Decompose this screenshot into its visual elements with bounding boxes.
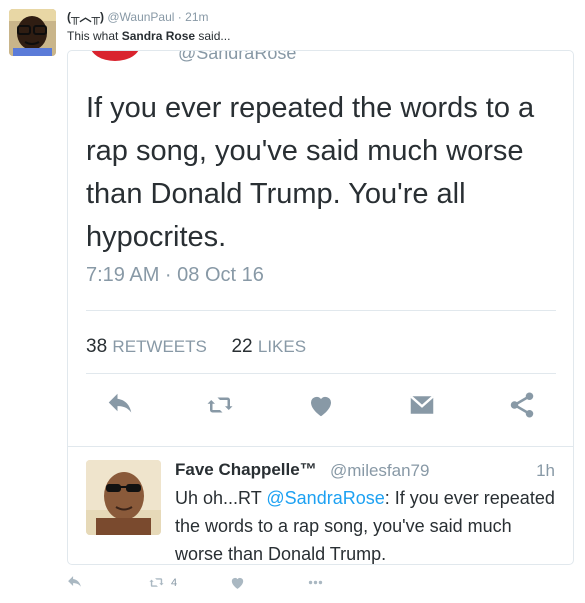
- author-handle[interactable]: @WaunPaul: [107, 10, 174, 24]
- tweet-comment: This what Sandra Rose said...: [67, 28, 230, 44]
- outer-more-button[interactable]: [307, 574, 324, 591]
- quoted-tweet-timestamp[interactable]: 7:19 AM · 08 Oct 16: [86, 264, 264, 287]
- retweet-button[interactable]: [202, 387, 238, 423]
- author-avatar[interactable]: [9, 9, 56, 56]
- tweet-time[interactable]: 21m: [185, 10, 208, 24]
- retweet-icon: [207, 397, 233, 413]
- quoted-tweet-card[interactable]: @SandraRose If you ever repeated the wor…: [67, 50, 574, 565]
- likes-count[interactable]: 22: [231, 336, 252, 357]
- reply-author-handle[interactable]: @milesfan79: [330, 461, 429, 481]
- retweet-count: 4: [171, 576, 178, 589]
- retweets-count[interactable]: 38: [86, 336, 107, 357]
- reply-text: Uh oh...RT @SandraRose: If you ever repe…: [175, 484, 560, 564]
- mention-link[interactable]: @SandraRose: [266, 488, 384, 508]
- outer-retweet-button[interactable]: 4: [148, 574, 177, 591]
- separator-dot: ·: [177, 10, 182, 24]
- more-icon: [308, 580, 323, 585]
- message-icon: [409, 395, 435, 414]
- retweet-icon: [149, 578, 164, 587]
- reply-time[interactable]: 1h: [536, 461, 555, 481]
- reply-tweet[interactable]: Fave Chappelle™ @milesfan79 1h Uh oh...R…: [68, 446, 573, 564]
- outer-like-button[interactable]: [229, 574, 246, 591]
- retweets-label[interactable]: RETWEETS: [112, 337, 206, 356]
- reply-author-name[interactable]: Fave Chappelle™: [175, 460, 317, 480]
- quoted-avatar-peek: [90, 51, 140, 61]
- quoted-tweet-text: If you ever repeated the words to a rap …: [86, 92, 535, 253]
- reply-text-prefix: Uh oh...RT: [175, 488, 267, 508]
- divider: [86, 373, 556, 374]
- like-icon: [311, 396, 331, 417]
- share-icon: [510, 392, 534, 418]
- message-button[interactable]: [404, 387, 440, 423]
- comment-bold-name: Sandra Rose: [121, 29, 196, 43]
- reply-button[interactable]: [102, 387, 138, 423]
- like-button[interactable]: [303, 387, 339, 423]
- tweet-stats: 38 RETWEETS 22 LIKES: [86, 336, 306, 358]
- share-button[interactable]: [504, 387, 540, 423]
- comment-suffix: said...: [195, 29, 231, 43]
- tweet-header: (╥︿╥) @WaunPaul · 21m: [67, 10, 208, 25]
- divider: [86, 310, 556, 311]
- reply-icon: [68, 576, 81, 587]
- comment-prefix: This what: [67, 29, 122, 43]
- quoted-handle-peek: @SandraRose: [178, 50, 297, 63]
- outer-reply-button[interactable]: [66, 574, 83, 591]
- like-icon: [231, 577, 244, 589]
- author-name[interactable]: (╥︿╥): [67, 10, 104, 24]
- reply-icon: [108, 393, 132, 413]
- reply-avatar[interactable]: [86, 460, 161, 535]
- likes-label[interactable]: LIKES: [258, 337, 306, 356]
